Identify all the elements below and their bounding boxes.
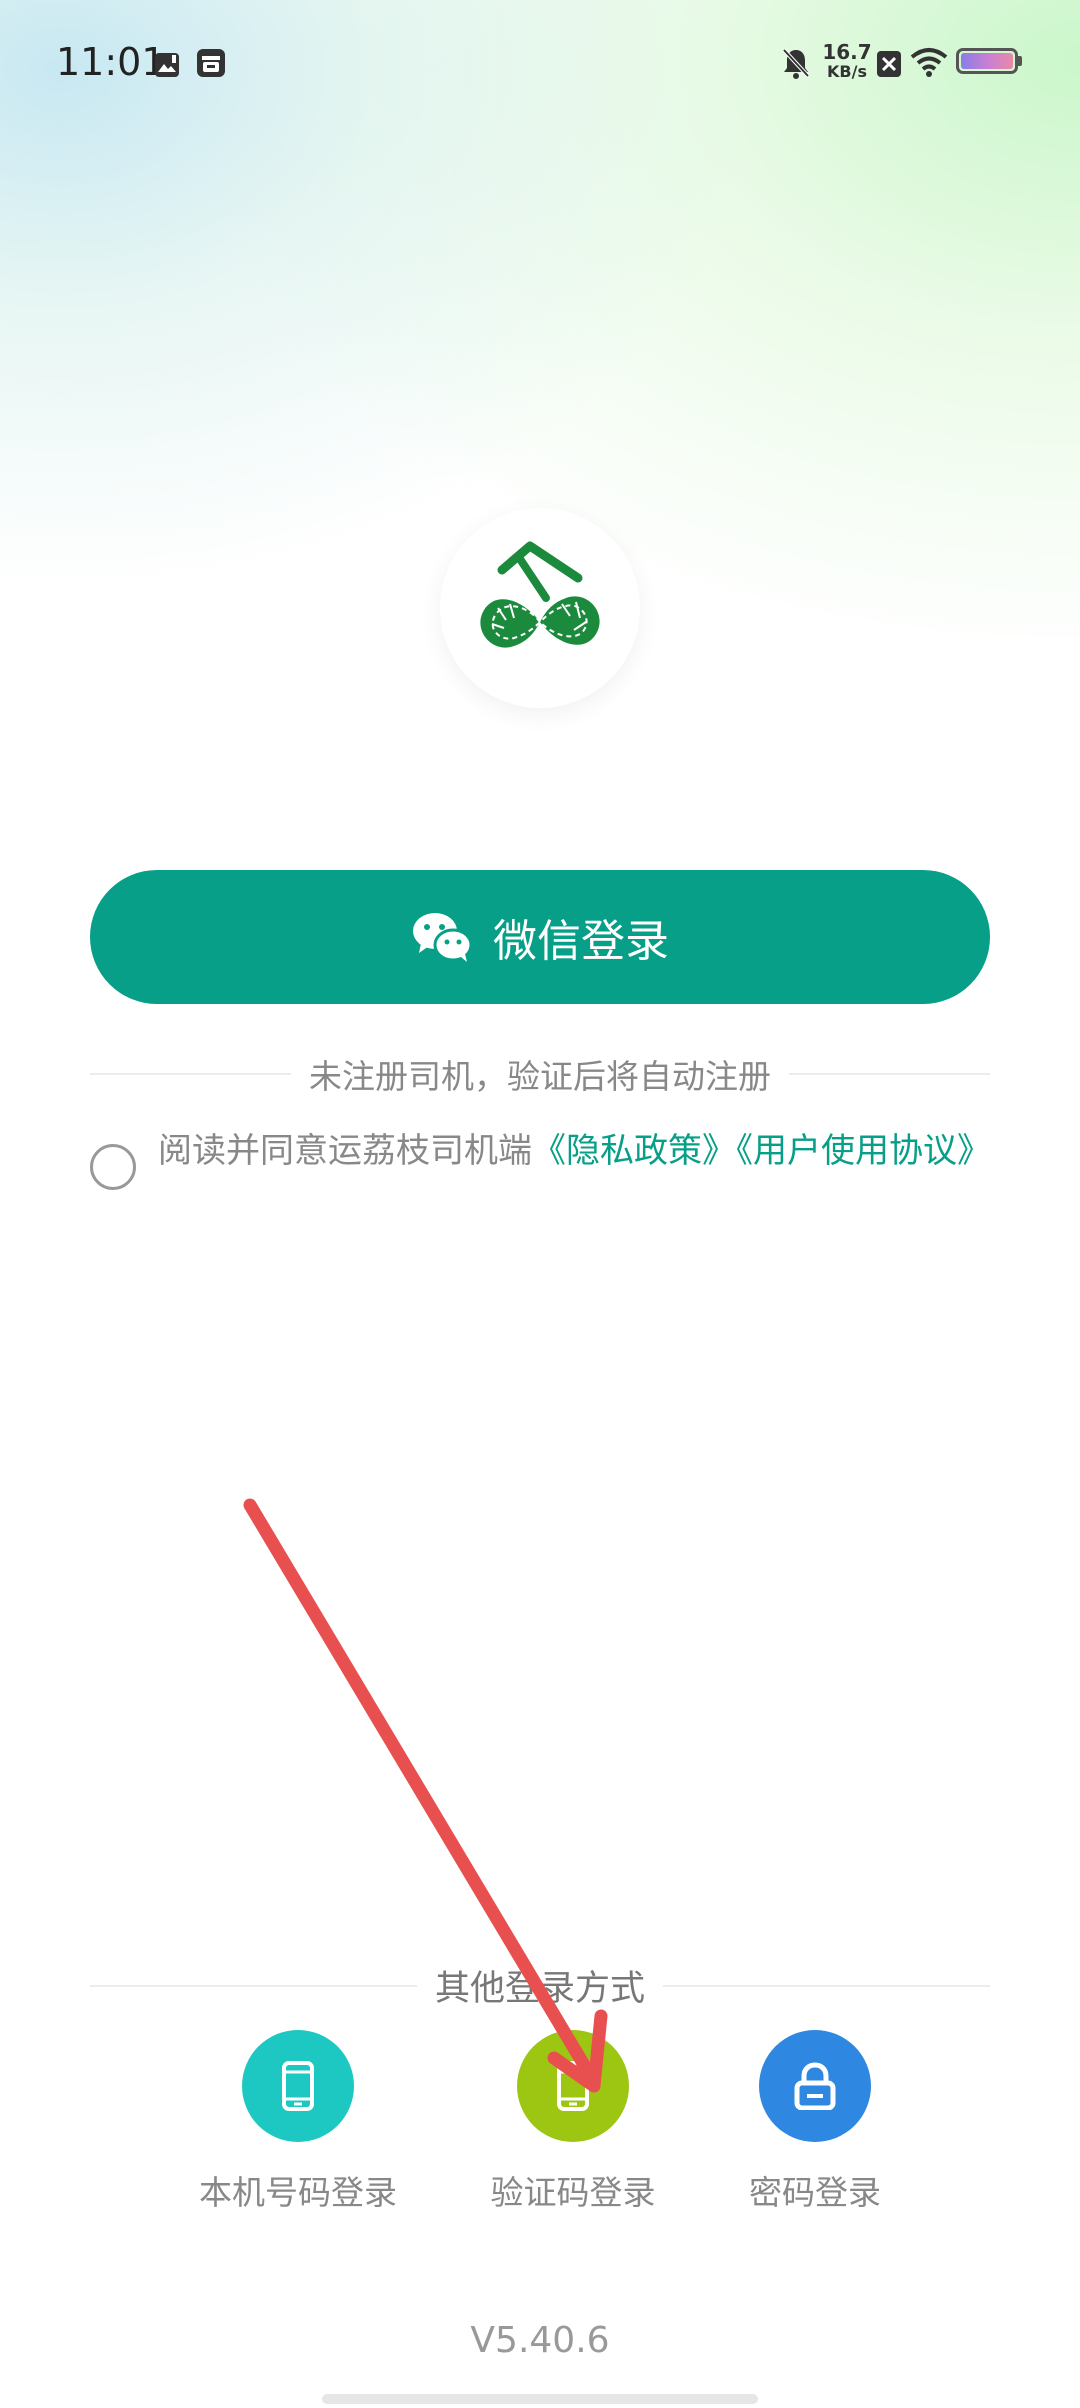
status-bar: 11:01 16.7 KB/s: [0, 0, 1080, 126]
wechat-login-button[interactable]: 微信登录: [90, 870, 990, 1004]
phone-icon: [557, 2061, 589, 2111]
network-speed: 16.7 KB/s: [822, 42, 872, 82]
app-logo: [440, 508, 640, 708]
user-agreement-link[interactable]: 《用户使用协议》: [736, 1131, 991, 1171]
status-time: 11:01: [56, 40, 166, 84]
lock-icon: [794, 2062, 836, 2110]
divider-line-right: [789, 1073, 990, 1075]
verification-code-login-circle: [517, 2030, 629, 2142]
divider-line-right: [663, 1984, 991, 1987]
divider-line-left: [90, 1984, 417, 1987]
agreement-text: 阅读并同意运荔枝司机端《隐私政策》《用户使用协议》: [158, 1130, 998, 1172]
phone-icon: [282, 2061, 314, 2111]
wechat-login-label: 微信登录: [493, 916, 669, 967]
auto-register-divider: 未注册司机，验证后将自动注册: [90, 1050, 990, 1098]
other-methods-title: 其他登录方式: [435, 1969, 646, 2009]
verification-code-login-label: 验证码登录: [490, 2173, 656, 2212]
litchi-logo-icon: [480, 541, 600, 648]
battery-icon: [956, 48, 1018, 74]
home-indicator[interactable]: [322, 2394, 758, 2404]
agreement-prefix: 阅读并同意运荔枝司机端: [158, 1131, 532, 1171]
sim-off-icon: [877, 51, 901, 77]
password-login-button[interactable]: 密码登录: [700, 2030, 930, 2214]
local-number-login-label: 本机号码登录: [199, 2173, 397, 2212]
app-version: V5.40.6: [470, 2320, 610, 2361]
local-number-login-circle: [242, 2030, 354, 2142]
net-speed-value: 16.7: [822, 40, 872, 64]
agreement-checkbox[interactable]: [90, 1144, 136, 1190]
battery-tip: [1018, 56, 1022, 66]
wifi-icon: [910, 48, 948, 77]
verification-code-login-button[interactable]: 验证码登录: [458, 2030, 688, 2214]
divider-line-left: [90, 1073, 291, 1075]
wechat-icon: [413, 913, 473, 962]
background-gradient: [0, 0, 1080, 1000]
auto-register-hint: 未注册司机，验证后将自动注册: [309, 1057, 771, 1096]
net-speed-unit: KB/s: [827, 62, 867, 81]
app-notification-icon: [197, 49, 225, 77]
mute-bell-icon: [782, 48, 810, 79]
privacy-policy-link[interactable]: 《隐私政策》: [532, 1131, 736, 1171]
other-methods-divider: 其他登录方式: [90, 1960, 991, 2011]
local-number-login-button[interactable]: 本机号码登录: [183, 2030, 413, 2214]
password-login-circle: [759, 2030, 871, 2142]
gallery-notification-icon: [155, 53, 179, 77]
password-login-label: 密码登录: [749, 2173, 881, 2212]
